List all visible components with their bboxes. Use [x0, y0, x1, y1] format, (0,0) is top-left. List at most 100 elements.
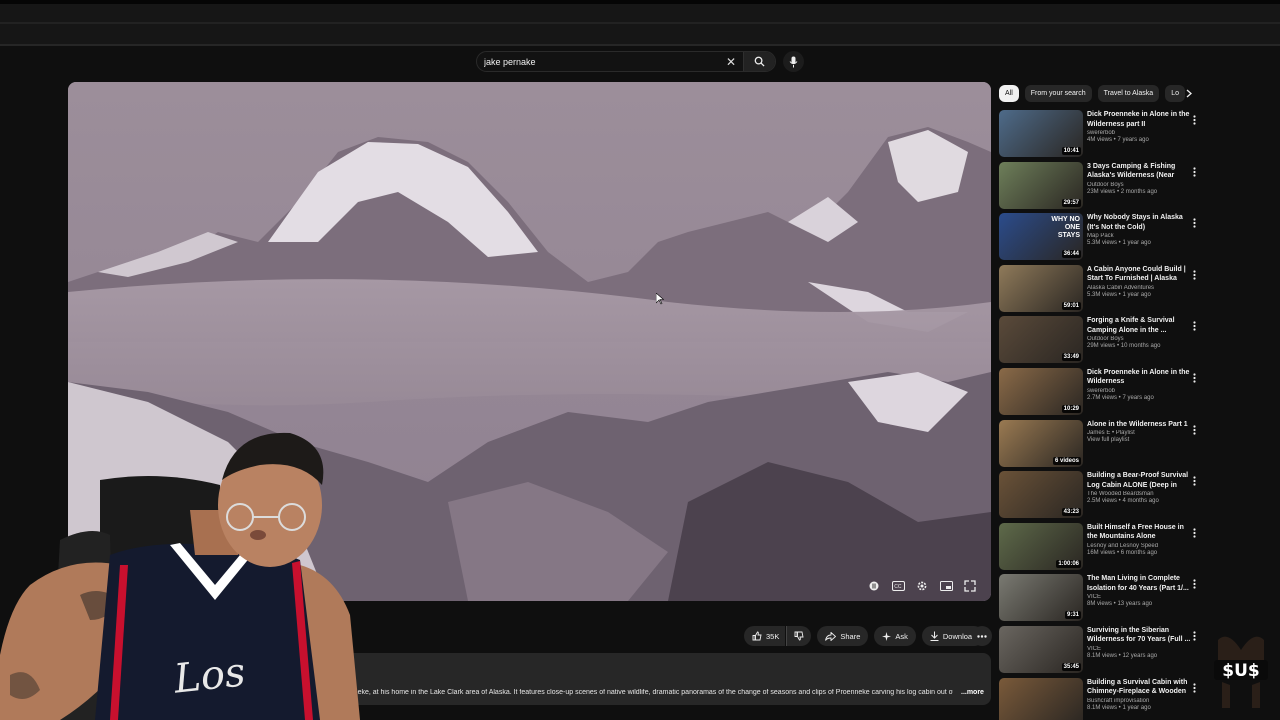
- video-duration: 59:01: [1061, 301, 1081, 310]
- description-more-link[interactable]: ...more: [961, 689, 984, 696]
- settings-button[interactable]: [913, 577, 931, 595]
- microphone-icon: [789, 56, 798, 67]
- channel-name[interactable]: swererbob: [1087, 130, 1191, 136]
- channel-name[interactable]: Bushcraft improvisation: [1087, 698, 1191, 704]
- video-duration: 9:31: [1064, 611, 1081, 620]
- channel-name[interactable]: Alaska Cabin Adventures: [1087, 285, 1191, 291]
- video-thumbnail[interactable]: 29:57: [999, 161, 1083, 209]
- video-thumbnail[interactable]: 6 videos: [999, 419, 1083, 467]
- video-menu-button[interactable]: [1193, 164, 1201, 177]
- related-video-item[interactable]: 10:41 Dick Proenneke in Alone in the Wild…: [999, 110, 1209, 162]
- svg-text:Los: Los: [171, 649, 248, 702]
- channel-name[interactable]: VICE: [1087, 594, 1191, 600]
- video-meta: 8.1M views • 1 year ago: [1087, 704, 1151, 711]
- clear-search-button[interactable]: ✕: [723, 54, 739, 70]
- svg-text:CC: CC: [894, 584, 902, 590]
- dislike-button[interactable]: [786, 626, 812, 646]
- video-menu-button[interactable]: [1193, 576, 1201, 589]
- more-vertical-icon: [1193, 631, 1196, 641]
- related-video-item[interactable]: 59:01 A Cabin Anyone Could Build | Start …: [999, 264, 1209, 317]
- channel-name[interactable]: Outdoor Boys: [1087, 182, 1191, 188]
- video-thumbnail[interactable]: 59:01: [999, 264, 1083, 312]
- voice-search-button[interactable]: [783, 51, 804, 72]
- video-thumbnail[interactable]: [999, 677, 1083, 720]
- video-menu-button[interactable]: [1193, 215, 1201, 228]
- close-icon: ✕: [725, 54, 737, 69]
- related-video-item[interactable]: 1:00:06 Built Himself a Free House in the…: [999, 522, 1209, 575]
- related-video-item[interactable]: 10:29 Dick Proenneke in Alone in the Wild…: [999, 367, 1209, 420]
- mouse-cursor-icon: [656, 293, 664, 305]
- channel-name[interactable]: James E • Playlist: [1087, 430, 1191, 436]
- video-thumbnail[interactable]: 43:23: [999, 471, 1083, 519]
- autoplay-toggle[interactable]: [865, 577, 883, 595]
- more-actions-button[interactable]: [972, 626, 992, 646]
- captions-button[interactable]: CC: [889, 577, 907, 595]
- video-thumbnail[interactable]: 35:45: [999, 625, 1083, 673]
- video-title: 3 Days Camping & Fishing Alaska's Wilder…: [1087, 162, 1176, 180]
- related-video-item[interactable]: 29:57 3 Days Camping & Fishing Alaska's W…: [999, 161, 1209, 214]
- chips-next-button[interactable]: [1182, 86, 1196, 100]
- streamer-webcam: Los: [0, 432, 360, 720]
- video-menu-button[interactable]: [1193, 318, 1201, 331]
- miniplayer-icon: [939, 581, 953, 591]
- video-thumbnail[interactable]: 1:00:06: [999, 522, 1083, 570]
- channel-name[interactable]: swererbob: [1087, 388, 1191, 394]
- video-thumbnail[interactable]: 10:41: [999, 110, 1083, 157]
- video-title: Built Himself a Free House in the Mounta…: [1087, 523, 1184, 541]
- video-duration: 35:45: [1061, 662, 1081, 671]
- video-info: Built Himself a Free House in the Mounta…: [1087, 523, 1191, 575]
- more-vertical-icon: [1193, 166, 1196, 177]
- related-video-item[interactable]: WHY NO ONE STAYS 36:44 Why Nobody Stays in…: [999, 213, 1209, 265]
- like-count: 35K: [766, 631, 780, 641]
- video-info: Building a Survival Cabin with Chimney-F…: [1087, 678, 1191, 720]
- search-input[interactable]: [477, 52, 723, 71]
- ask-button[interactable]: Ask: [874, 626, 916, 646]
- more-horizontal-icon: [977, 634, 987, 638]
- miniplayer-button[interactable]: [937, 577, 955, 595]
- video-thumbnail[interactable]: 10:29: [999, 367, 1083, 415]
- channel-name[interactable]: The Wooded Beardsman: [1087, 491, 1191, 497]
- related-video-item[interactable]: 6 videos Alone in the Wilderness Part 1 Ja…: [999, 419, 1209, 472]
- video-thumbnail[interactable]: WHY NO ONE STAYS 36:44: [999, 213, 1083, 261]
- related-video-item[interactable]: Building a Survival Cabin with Chimney-F…: [999, 677, 1209, 720]
- video-menu-button[interactable]: [1193, 628, 1201, 641]
- channel-name[interactable]: Outdoor Boys: [1087, 336, 1191, 342]
- video-actions: 35K Share Ask Download: [744, 626, 985, 646]
- like-button[interactable]: 35K: [744, 626, 786, 646]
- channel-name[interactable]: Map Pack: [1087, 233, 1191, 239]
- share-label: Share: [840, 631, 861, 641]
- thumbnail-overlay-text: WHY NO ONE STAYS: [1051, 216, 1080, 240]
- video-menu-button[interactable]: [1193, 267, 1201, 280]
- video-menu-button[interactable]: [1193, 680, 1201, 693]
- sparkle-icon: [882, 631, 892, 641]
- related-video-item[interactable]: 43:23 Building a Bear-Proof Survival Log …: [999, 471, 1209, 523]
- video-meta: 23M views • 2 months ago: [1087, 188, 1158, 195]
- related-video-item[interactable]: 35:45 Surviving in the Siberian Wildernes…: [999, 625, 1209, 678]
- video-menu-button[interactable]: [1193, 525, 1201, 538]
- download-icon: [930, 631, 939, 641]
- video-menu-button[interactable]: [1193, 370, 1201, 383]
- related-video-item[interactable]: 9:31 The Man Living in Complete Isolation…: [999, 574, 1209, 626]
- video-menu-button[interactable]: [1193, 473, 1201, 486]
- share-button[interactable]: Share: [817, 626, 869, 646]
- video-info: Dick Proenneke in Alone in the Wildernes…: [1087, 110, 1191, 162]
- video-menu-button[interactable]: [1193, 422, 1201, 435]
- more-vertical-icon: [1193, 528, 1196, 538]
- top-strip: [0, 0, 1280, 46]
- video-title: Alone in the Wilderness Part 1: [1087, 420, 1188, 428]
- chip-travel-to-alaska[interactable]: Travel to Alaska: [1097, 84, 1160, 102]
- video-menu-button[interactable]: [1193, 112, 1201, 125]
- related-video-item[interactable]: 33:49 Forging a Knife & Survival Camping …: [999, 316, 1209, 368]
- video-info: A Cabin Anyone Could Build | Start To Fu…: [1087, 265, 1191, 317]
- video-thumbnail[interactable]: 9:31: [999, 574, 1083, 622]
- video-duration: 36:44: [1061, 250, 1081, 259]
- video-thumbnail[interactable]: 33:49: [999, 316, 1083, 364]
- fullscreen-button[interactable]: [961, 577, 979, 595]
- channel-name[interactable]: Lesnoy and Lesnoy Speed: [1087, 543, 1191, 549]
- chip-all[interactable]: All: [999, 84, 1019, 102]
- video-duration: 6 videos: [1052, 456, 1081, 465]
- more-vertical-icon: [1193, 321, 1196, 331]
- chip-from-your-search[interactable]: From your search: [1024, 84, 1092, 102]
- search-button[interactable]: [743, 52, 775, 71]
- channel-name[interactable]: VICE: [1087, 646, 1191, 652]
